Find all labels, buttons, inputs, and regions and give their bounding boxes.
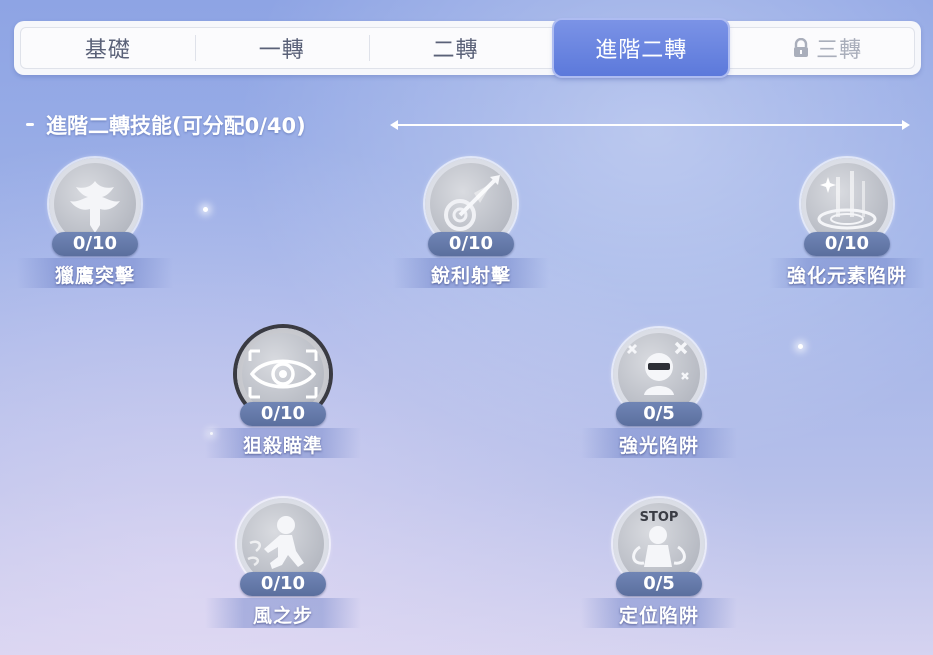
skill-level-badge: 0/10 [428, 232, 514, 256]
lock-icon [794, 38, 809, 57]
skill-node[interactable]: 0/10 狙殺瞄準 [203, 328, 363, 468]
skill-level-badge: 0/5 [616, 572, 702, 596]
skill-name: 銳利射擊 [430, 265, 511, 287]
skill-node[interactable]: 0/10 風之步 [203, 498, 363, 638]
tab-label: 一轉 [258, 38, 305, 63]
stop-sign-text: STOP [640, 510, 679, 525]
sparkle [203, 207, 208, 212]
skill-node[interactable]: 0/5 強光陷阱 [579, 328, 739, 468]
header-divider [390, 120, 910, 130]
tab-advanced-second-job[interactable]: 進階二轉 [554, 20, 729, 76]
tab-basic[interactable]: 基礎 [21, 28, 195, 68]
tab-label: 進階二轉 [595, 38, 688, 63]
header-bullet [26, 123, 34, 126]
skill-node[interactable]: 0/10 強化元素陷阱 [767, 158, 927, 298]
skill-name: 狙殺瞄準 [242, 435, 323, 457]
skill-level-badge: 0/10 [240, 402, 326, 426]
skill-level-badge: 0/10 [240, 572, 326, 596]
skill-name: 定位陷阱 [618, 605, 699, 627]
skill-node[interactable]: STOP 0/5 定位陷阱 [579, 498, 739, 638]
skill-level-badge: 0/10 [804, 232, 890, 256]
skill-node[interactable]: 0/10 獵鷹突擊 [15, 158, 175, 298]
section-title: 進階二轉技能(可分配0/40) [46, 114, 306, 138]
section-header: 進階二轉技能(可分配0/40) [0, 108, 933, 142]
skill-name: 風之步 [252, 605, 313, 627]
tab-label: 二轉 [432, 38, 479, 63]
skill-name: 強化元素陷阱 [786, 265, 907, 287]
skill-level-badge: 0/5 [616, 402, 702, 426]
sparkle [798, 344, 803, 349]
tab-bar: 基礎 一轉 二轉 進階二轉 三轉 [14, 20, 921, 76]
tab-label: 三轉 [816, 38, 863, 63]
skill-node[interactable]: 0/10 銳利射擊 [391, 158, 551, 298]
skill-level-badge: 0/10 [52, 232, 138, 256]
skill-name: 強光陷阱 [618, 435, 699, 457]
tab-third-job[interactable]: 三轉 [740, 28, 914, 68]
tab-first-job[interactable]: 一轉 [194, 28, 369, 68]
tab-label: 基礎 [84, 38, 131, 63]
skill-name: 獵鷹突擊 [54, 265, 135, 287]
tab-second-job[interactable]: 二轉 [368, 28, 543, 68]
